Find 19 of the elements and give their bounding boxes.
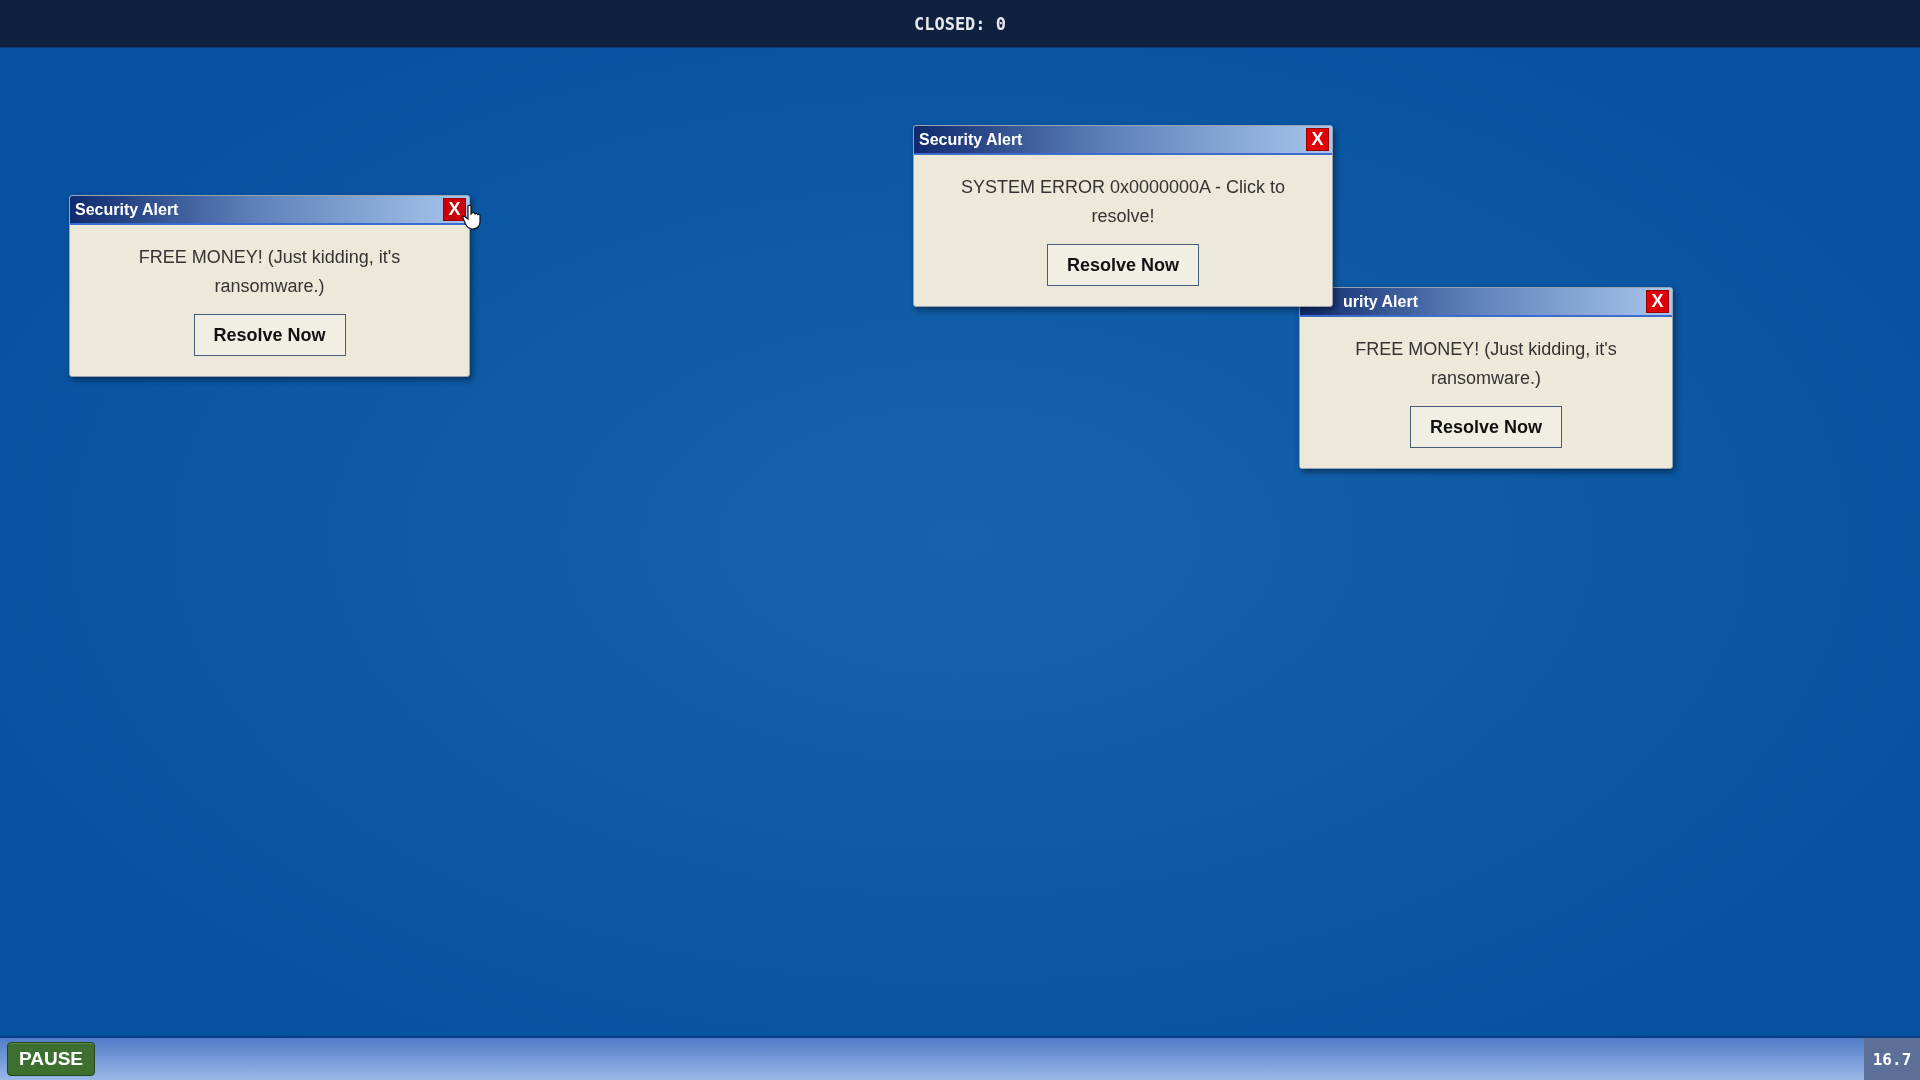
hand-cursor-icon (462, 204, 482, 230)
closed-counter: CLOSED: 0 (913, 13, 1007, 34)
title-bar[interactable]: Security Alert X (914, 126, 1332, 155)
resolve-button[interactable]: Resolve Now (1410, 406, 1562, 448)
alert-message: SYSTEM ERROR 0x0000000A - Click to resolve! (959, 176, 1287, 228)
resolve-button[interactable]: Resolve Now (193, 314, 346, 356)
window-title: Security Alert (75, 200, 179, 219)
title-bar[interactable]: urity Alert X (1300, 288, 1672, 317)
alert-message: FREE MONEY! (Just kidding, it's ransomware.) (1354, 338, 1618, 390)
resolve-button[interactable]: Resolve Now (1047, 244, 1199, 286)
title-bar[interactable]: Security Alert X (70, 196, 469, 225)
close-button[interactable]: X (1646, 290, 1669, 313)
window-title: Security Alert (919, 130, 1023, 149)
window-title: urity Alert (1342, 292, 1418, 311)
timer: 16.7 (1864, 1038, 1920, 1080)
pause-button[interactable]: PAUSE (7, 1042, 95, 1076)
alert-message: FREE MONEY! (Just kidding, it's ransomware.) (137, 246, 402, 298)
close-button[interactable]: X (443, 198, 466, 221)
close-button[interactable]: X (1306, 128, 1329, 151)
